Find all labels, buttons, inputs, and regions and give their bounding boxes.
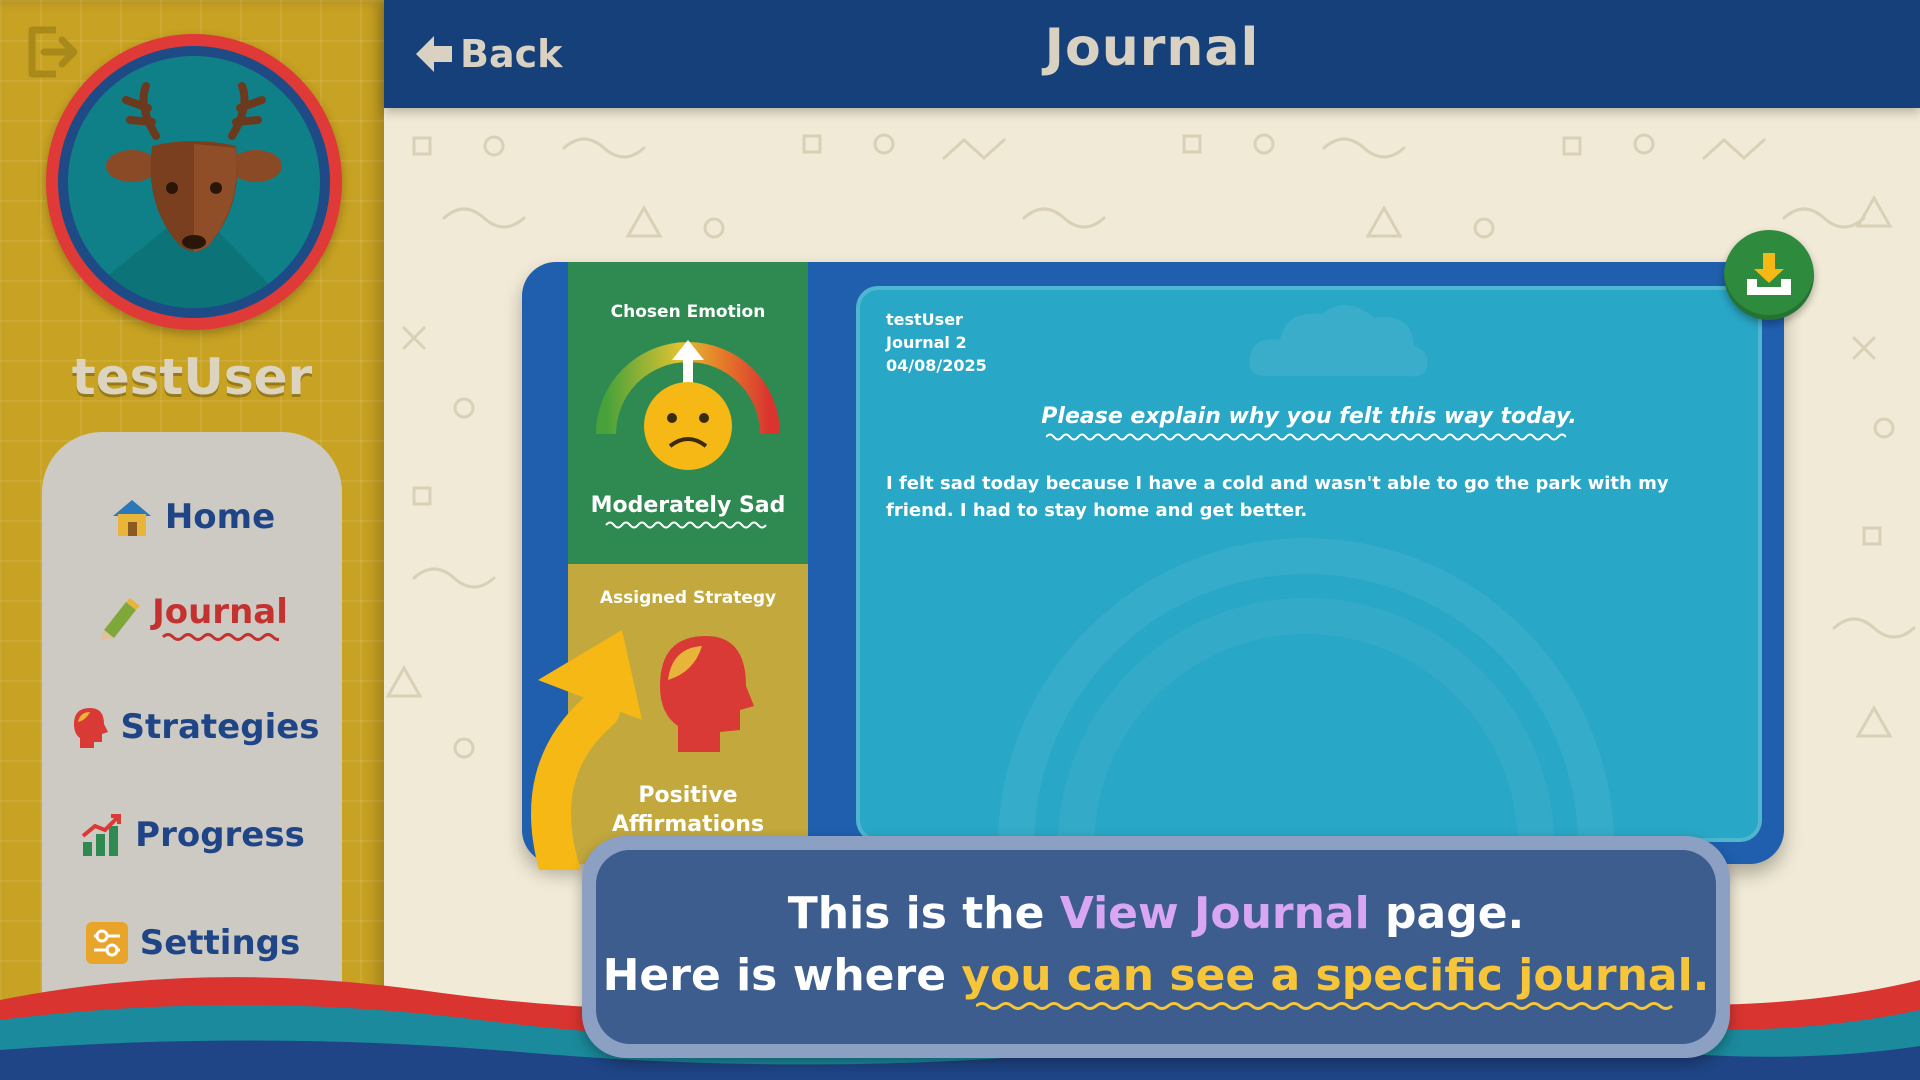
emotion-panel: Chosen Emotion Moderately Sad (568, 262, 808, 564)
entry-user: testUser (886, 310, 963, 329)
rainbow-decoration (998, 538, 1614, 842)
logout-button[interactable] (24, 24, 84, 80)
tutorial-underline (976, 1001, 1673, 1010)
download-icon (1747, 253, 1791, 295)
tutorial-highlight-page: View Journal (1059, 888, 1370, 940)
tutorial-arrow-icon (531, 630, 642, 870)
tutorial-line-2: Here is where you can see a specific jou… (603, 945, 1710, 1007)
head-icon (74, 708, 109, 748)
nav-journal-label: Journal (152, 592, 288, 632)
active-underline (161, 633, 279, 641)
journal-prompt: Please explain why you felt this way tod… (1041, 404, 1577, 429)
pencil-icon (100, 598, 141, 640)
emotion-underline (605, 521, 767, 529)
back-label: Back (460, 32, 563, 76)
nav-settings-label: Settings (139, 923, 301, 963)
prompt-underline (1046, 433, 1566, 441)
tutorial-line-2-prefix: Here is where (602, 950, 962, 1001)
tutorial-content: This is the View Journal page. Here is w… (596, 850, 1716, 1044)
deer-icon (68, 82, 320, 308)
sidebar: testUser Home Journal Strategies Progres… (0, 0, 384, 1080)
back-arrow-icon (416, 36, 452, 72)
nav-journal[interactable]: Journal (42, 582, 342, 652)
emotion-value: Moderately Sad (590, 493, 786, 518)
tutorial-highlight-action: you can see a specific journal. (961, 950, 1710, 1001)
house-icon (112, 500, 151, 536)
nav-panel: Home Journal Strategies Progress Setting… (42, 432, 342, 1052)
entry-name: Journal 2 (886, 333, 967, 352)
nav-progress[interactable]: Progress (42, 800, 342, 870)
chart-icon (81, 814, 122, 856)
entry-date: 04/08/2025 (886, 356, 987, 375)
emotion-heading: Chosen Emotion (610, 302, 766, 322)
username: testUser (71, 348, 313, 406)
avatar[interactable] (46, 34, 342, 330)
emotion-gauge-icon (596, 340, 780, 470)
strategy-heading: Assigned Strategy (599, 588, 777, 608)
cloud-decoration (1249, 304, 1428, 377)
top-bar: Back Journal (384, 0, 1920, 108)
nav-home[interactable]: Home (42, 482, 342, 552)
download-button[interactable] (1724, 230, 1814, 320)
journal-entry-text: I felt sad today because I have a cold a… (886, 473, 1669, 521)
back-button[interactable]: Back (414, 28, 562, 80)
nav-progress-label: Progress (135, 815, 305, 855)
journal-entry-panel: testUser Journal 2 04/08/2025 Please exp… (856, 286, 1762, 842)
nav-home-label: Home (164, 497, 276, 537)
page-title: Journal (1044, 18, 1260, 78)
tutorial-line-1-suffix: page. (1369, 888, 1525, 940)
nav-strategies[interactable]: Strategies (42, 692, 342, 762)
logout-icon (28, 26, 78, 78)
tutorial-line-1-prefix: This is the (787, 888, 1060, 940)
nav-strategies-label: Strategies (120, 707, 320, 747)
tutorial-box: This is the View Journal page. Here is w… (582, 836, 1730, 1058)
tutorial-line-1: This is the View Journal page. (788, 883, 1525, 945)
